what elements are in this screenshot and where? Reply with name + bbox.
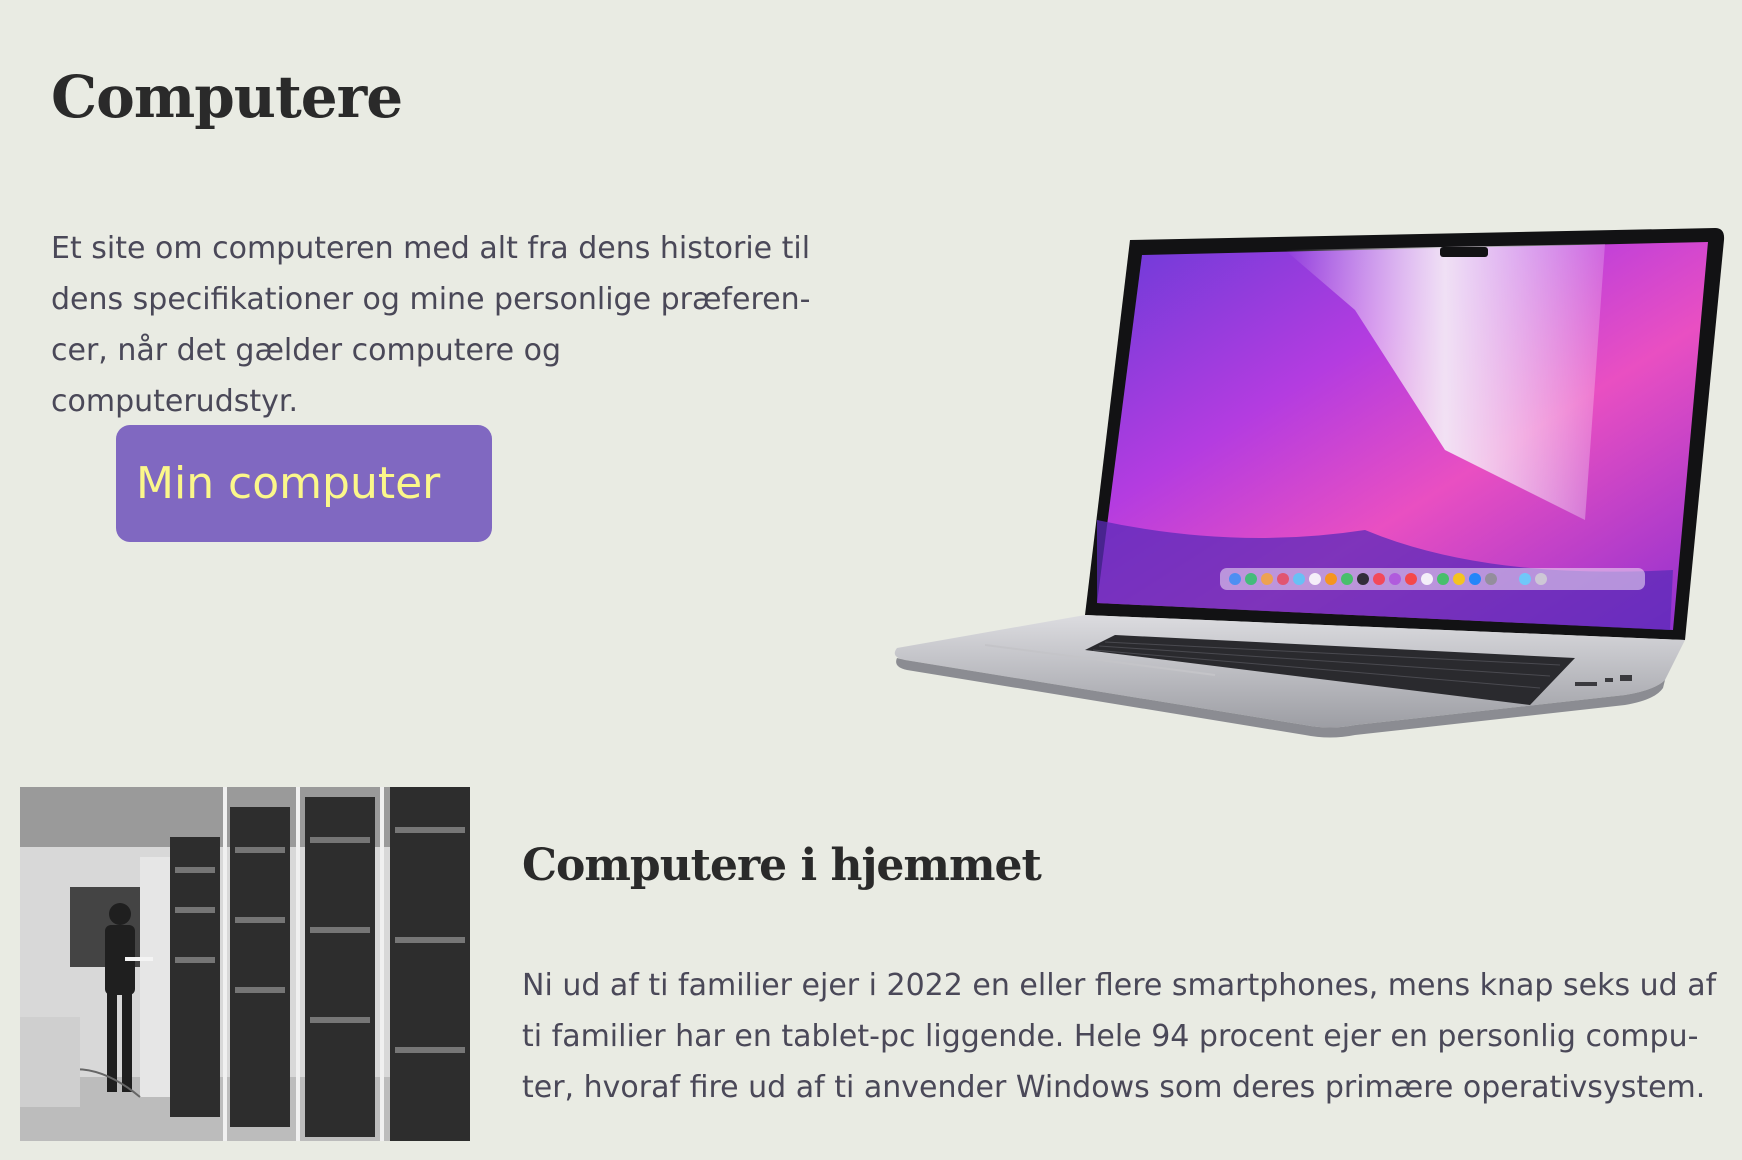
laptop-image [894,228,1725,738]
section-heading: Computere i hjemmet [522,840,1042,891]
intro-text: Et site om computeren med alt fra dens h… [51,231,811,419]
historic-computer-image [20,787,470,1141]
page-title: Computere [51,63,403,131]
min-computer-button[interactable]: Min computer [116,425,492,542]
section-body-text: Ni ud af ti familier ejer i 2022 en elle… [522,968,1717,1105]
